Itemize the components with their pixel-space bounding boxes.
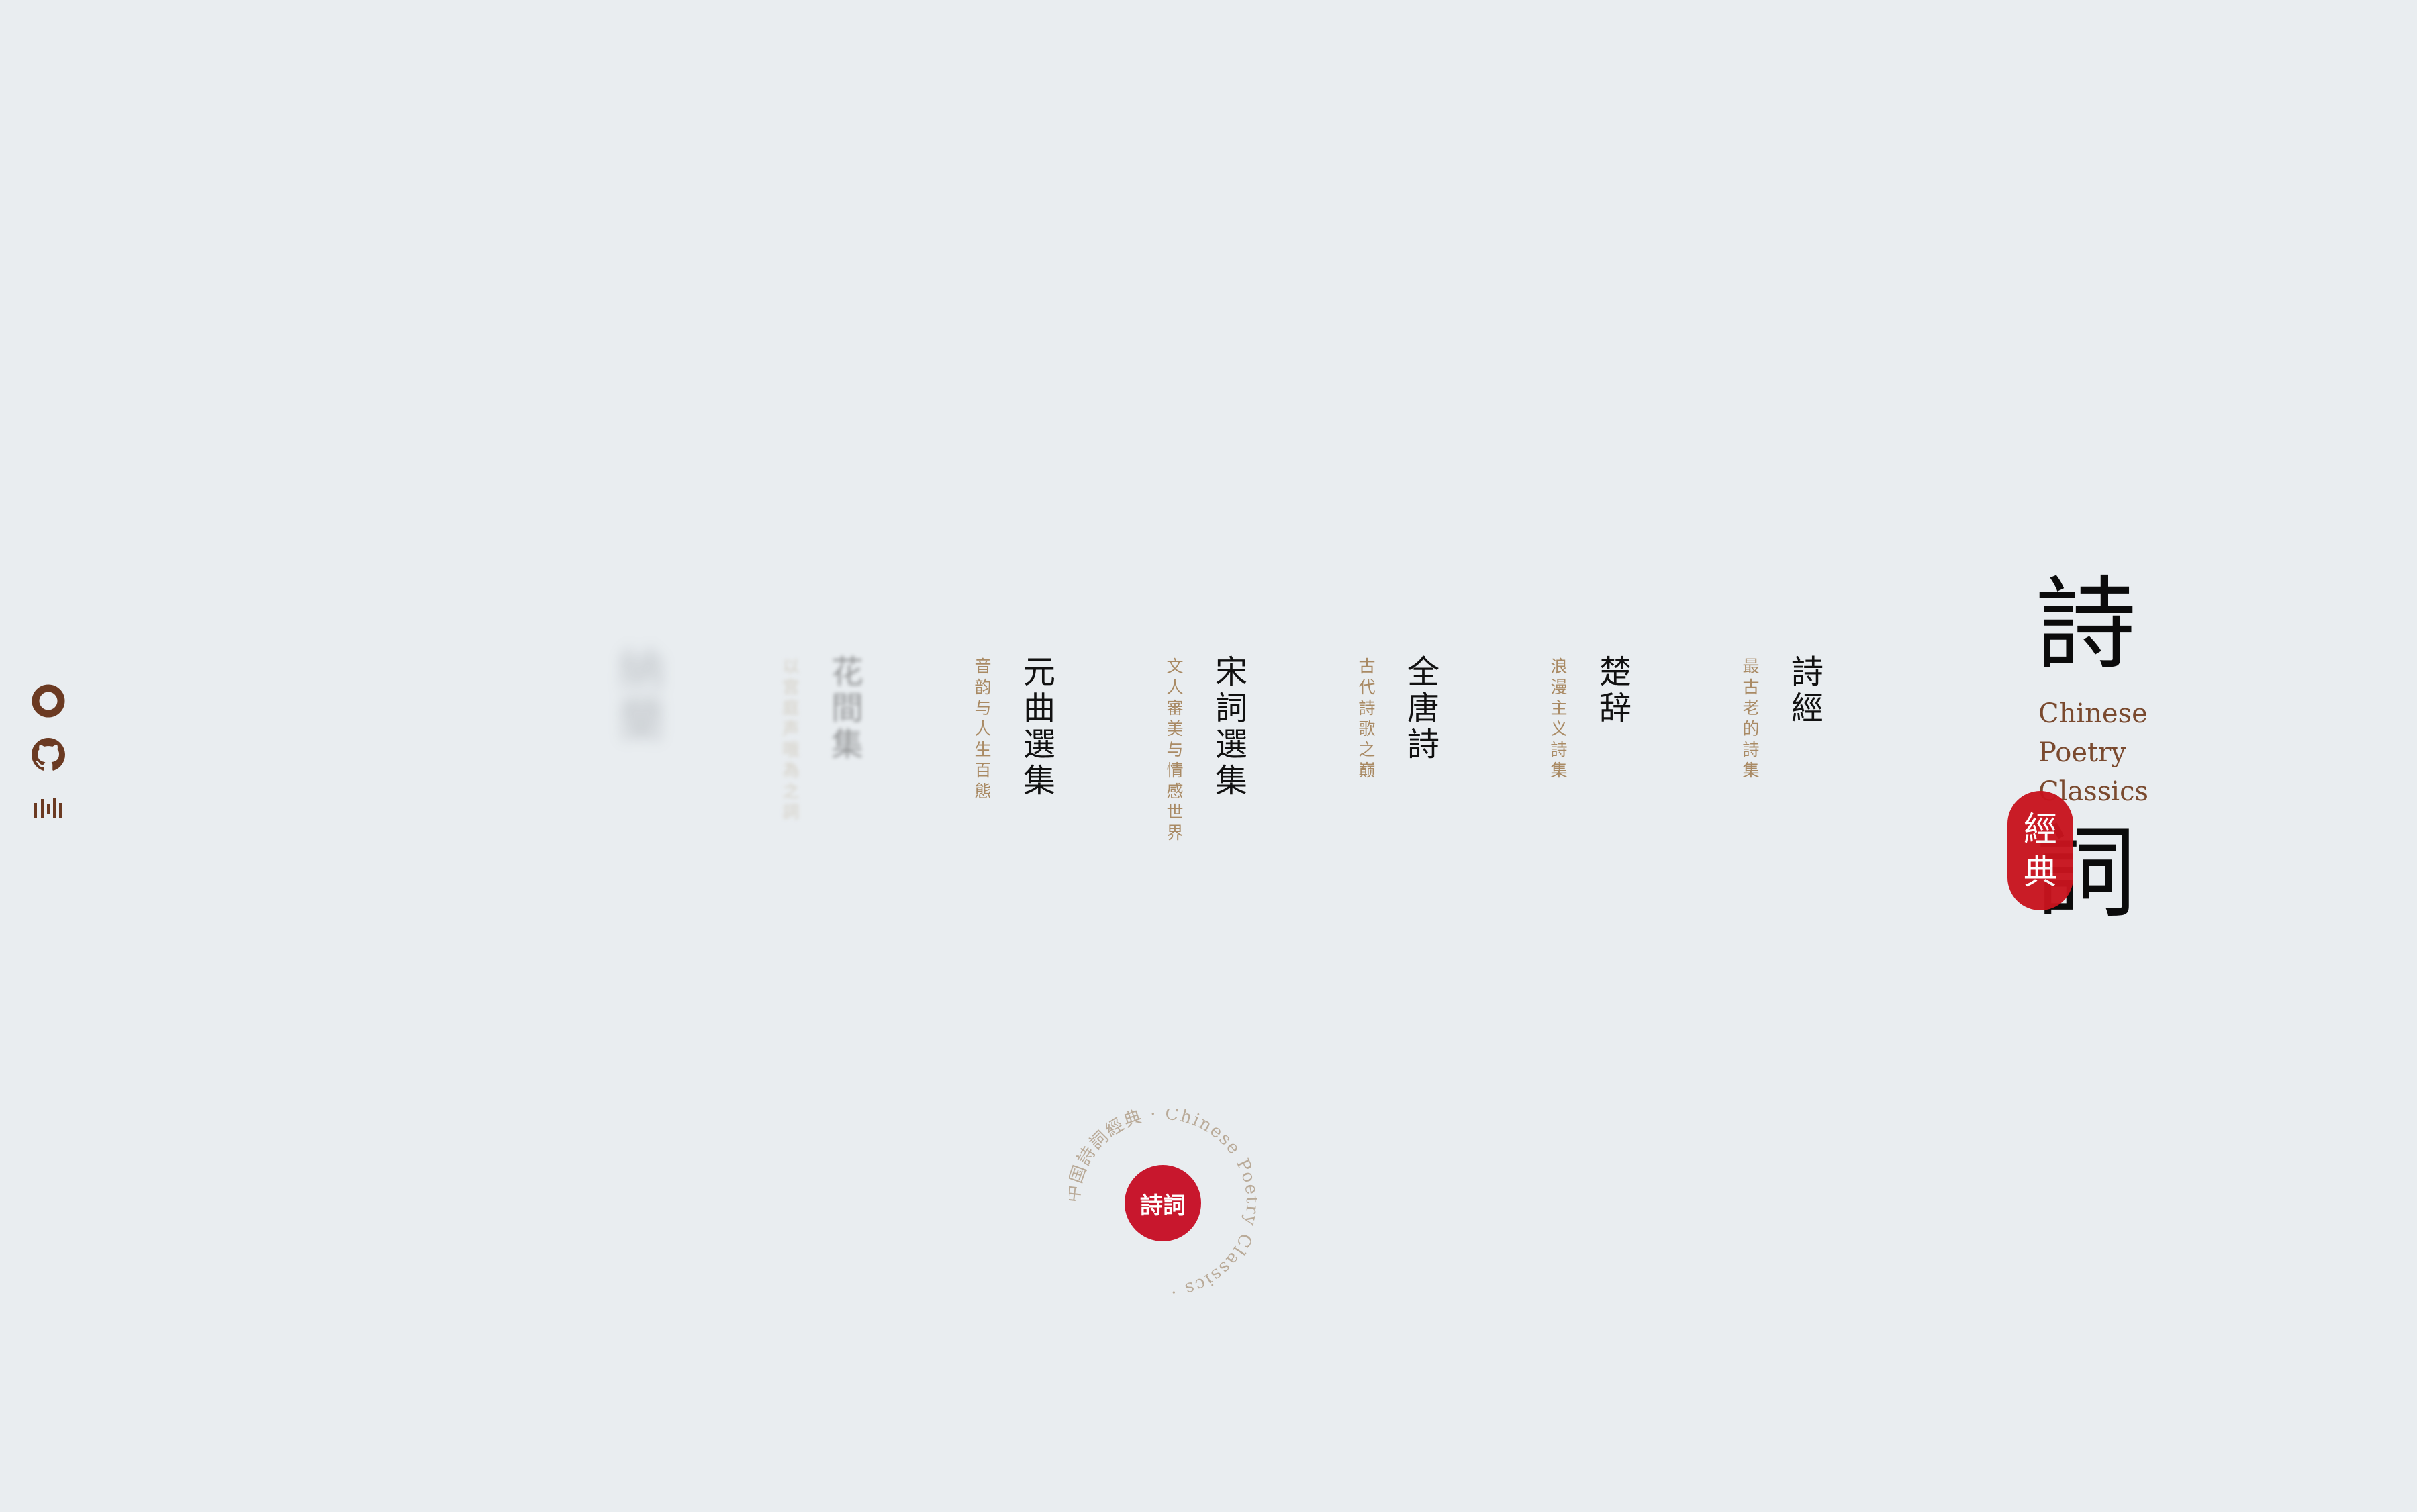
collection-chuci[interactable]: 楚辞 浪漫主义詩集	[1546, 655, 1636, 782]
circular-stamp: 中国詩詞經典 · Chinese Poetry Classics · 詩詞	[1069, 1109, 1257, 1297]
circle-logo-icon[interactable]	[31, 683, 66, 718]
seal-char: 經	[2024, 810, 2057, 849]
collection-subtitle: 古代詩歌之巅	[1356, 657, 1376, 782]
collection-subtitle: 以宫庭声哦為之詞	[780, 657, 800, 824]
collection-title: 宋詞選集	[1209, 655, 1247, 800]
collection-nalan[interactable]: 納蘭	[604, 645, 672, 747]
title-block: 詩 Chinese Poetry Classics 詞 經 典	[2007, 561, 2234, 951]
collection-shijing[interactable]: 詩經 最古老的詩集	[1738, 655, 1828, 782]
red-seal: 經 典	[2007, 791, 2073, 910]
title-char-shi: 詩	[2036, 567, 2137, 683]
collection-quantangshi[interactable]: 全唐詩 古代詩歌之巅	[1354, 655, 1443, 782]
collection-subtitle: 最古老的詩集	[1740, 657, 1760, 782]
collection-subtitle: 音韵与人生百態	[972, 657, 992, 803]
subtitle-line: Chinese	[2038, 698, 2148, 729]
collection-title: 全唐詩	[1401, 655, 1439, 763]
collection-title: 楚辞	[1593, 655, 1631, 727]
seal-char: 典	[2024, 853, 2057, 892]
collection-songci[interactable]: 宋詞選集 文人審美与情感世界	[1162, 655, 1251, 845]
english-subtitle: Chinese Poetry Classics	[2038, 694, 2148, 811]
github-icon[interactable]	[31, 737, 66, 772]
subtitle-line: Poetry	[2038, 737, 2126, 768]
collection-title: 詩經	[1785, 655, 1823, 727]
collection-huajianji[interactable]: 花間集 以宫庭声哦為之詞	[777, 655, 867, 824]
poetry-button[interactable]: 詩詞	[1125, 1165, 1201, 1241]
icon-rail	[31, 683, 66, 826]
collection-subtitle: 浪漫主义詩集	[1548, 657, 1568, 782]
collection-title: 元曲選集	[1017, 655, 1055, 800]
collection-title: 納蘭	[610, 645, 665, 747]
collection-subtitle: 文人審美与情感世界	[1164, 657, 1184, 845]
collection-title: 花間集	[825, 655, 863, 763]
collection-yuanqu[interactable]: 元曲選集 音韵与人生百態	[969, 655, 1059, 803]
equalizer-icon[interactable]	[31, 791, 66, 826]
